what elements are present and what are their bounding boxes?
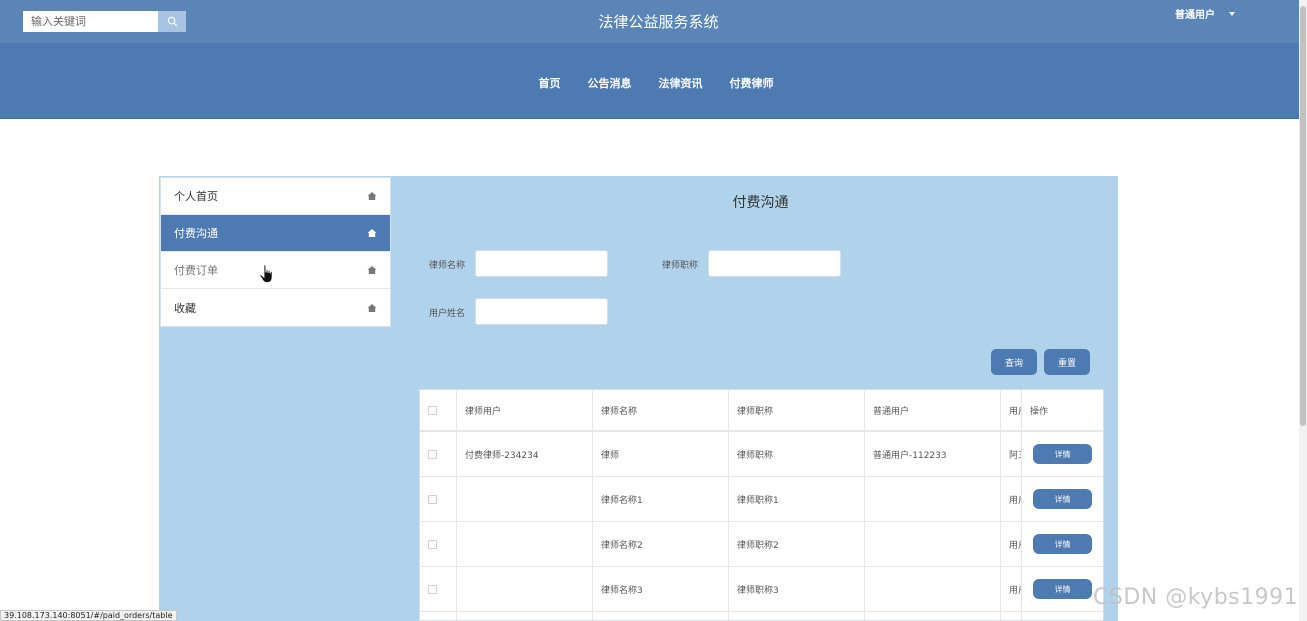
cell-empty [593,612,729,620]
cell-user-name: 用户 [1001,522,1022,566]
table-row: 律师名称1 律师职称1 用户 详情 [420,477,1103,522]
main-nav: 首页 公告消息 法律资讯 付费律师 [0,43,1307,119]
reset-button[interactable]: 重置 [1044,349,1090,375]
nav-item-notices[interactable]: 公告消息 [588,75,632,91]
home-icon [367,229,377,237]
cell-lawyer-user [457,477,593,521]
sidebar-item-paid-orders[interactable]: 付费订单 [161,252,390,289]
lawyer-name-label: 律师名称 [429,261,466,271]
cell-lawyer-name: 律师名称1 [593,477,729,521]
row-checkbox-cell [420,477,457,521]
cell-empty [1001,612,1022,620]
sidebar-item-favorites[interactable]: 收藏 [161,289,390,326]
home-icon [367,192,377,200]
sidebar-menu: 个人首页 付费沟通 付费订单 收藏 [160,177,391,327]
cell-empty [729,612,865,620]
header-action: 操作 [1030,406,1049,417]
select-all-checkbox[interactable] [428,405,437,415]
user-menu[interactable]: 普通用户 [1175,6,1235,21]
watermark: CSDN @kybs1991 [1093,585,1299,610]
nav-item-legal-news[interactable]: 法律资讯 [659,75,703,91]
row-checkbox-cell [420,522,457,566]
cell-user-name: 用户 [1001,477,1022,521]
sidebar-item-label: 付费沟通 [174,227,218,240]
orders-table: 律师用户 律师名称 律师职称 普通用户 用户 操作 付费律师-234234 律师… [419,389,1104,621]
cell-lawyer-title: 律师职称1 [729,477,865,521]
table-row: 律师名称2 律师职称2 用户 详情 [420,522,1103,567]
cell-lawyer-user: 付费律师-234234 [457,432,593,476]
header-checkbox-cell [420,390,457,430]
table-row: 律师名称3 律师职称3 用户 详情 [420,567,1103,612]
home-icon [367,266,377,274]
cell-action: 详情 [1022,477,1103,521]
sidebar-item-profile[interactable]: 个人首页 [161,178,390,215]
cell-lawyer-name: 律师名称2 [593,522,729,566]
cell-user [865,477,1001,521]
user-name-label: 用户姓名 [429,309,466,319]
nav-item-paid-lawyers[interactable]: 付费律师 [730,75,774,91]
cell-lawyer-name: 律师名称3 [593,567,729,611]
top-bar: 法律公益服务系统 普通用户 [0,0,1307,43]
header-lawyer-title: 律师职称 [729,390,865,430]
sidebar-item-label: 个人首页 [174,190,218,203]
cell-user [865,522,1001,566]
table-row: 付费律师-234234 律师 律师职称 普通用户-112233 阿五 详情 [420,432,1103,477]
header-user: 普通用户 [865,390,1001,430]
detail-button[interactable]: 详情 [1033,489,1092,509]
query-button[interactable]: 查询 [991,349,1037,375]
sidebar-item-label: 付费订单 [174,264,218,277]
lawyer-name-input[interactable] [475,250,608,277]
header-user-name: 用户 [1001,390,1022,430]
caret-down-icon [1229,11,1235,16]
cell-empty [865,612,1001,620]
cell-action: 详情 [1022,522,1103,566]
row-checkbox[interactable] [428,494,437,504]
page-scrollbar[interactable] [1299,0,1307,621]
home-icon [367,303,377,312]
page-title: 付费沟通 [732,195,789,211]
detail-button[interactable]: 详情 [1033,534,1092,554]
detail-button[interactable]: 详情 [1033,579,1092,599]
table-row-partial [420,612,1103,620]
row-checkbox[interactable] [428,539,437,549]
row-checkbox[interactable] [428,449,437,459]
lawyer-title-input[interactable] [708,250,841,277]
row-checkbox-cell [420,612,457,620]
cell-lawyer-user [457,522,593,566]
table-header-row: 律师用户 律师名称 律师职称 普通用户 用户 操作 [420,390,1103,432]
user-name-input[interactable] [475,298,608,325]
cell-user [865,567,1001,611]
sidebar-item-paid-chat[interactable]: 付费沟通 [161,215,390,252]
cell-lawyer-title: 律师职称2 [729,522,865,566]
row-checkbox[interactable] [428,584,437,594]
user-label: 普通用户 [1175,10,1215,21]
hand-cursor-icon [259,264,273,283]
cell-lawyer-title: 律师职称3 [729,567,865,611]
cell-user-name: 用户 [1001,567,1022,611]
header-lawyer-user: 律师用户 [457,390,593,430]
row-checkbox-cell [420,432,457,476]
cell-lawyer-name: 律师 [593,432,729,476]
scrollbar-thumb[interactable] [1300,6,1306,426]
status-url: 39.108.173.140:8051/#/paid_orders/table [0,610,177,621]
cell-empty [457,612,593,620]
cell-lawyer-user [457,567,593,611]
lawyer-title-label: 律师职称 [662,261,699,271]
content-panel: 付费沟通 律师名称 律师职称 用户姓名 查询 重置 律师用户 律师名称 律师职称… [392,176,1118,621]
cell-lawyer-title: 律师职称 [729,432,865,476]
nav-item-home[interactable]: 首页 [539,75,561,91]
cell-user-name: 阿五 [1001,432,1022,476]
header-lawyer-name: 律师名称 [593,390,729,430]
cell-action: 详情 [1022,432,1103,476]
cell-action: 详情 [1022,567,1103,611]
site-title: 法律公益服务系统 [598,13,719,31]
row-checkbox-cell [420,567,457,611]
cell-user: 普通用户-112233 [865,432,1001,476]
detail-button[interactable]: 详情 [1033,444,1092,464]
sidebar-item-label: 收藏 [174,301,196,315]
